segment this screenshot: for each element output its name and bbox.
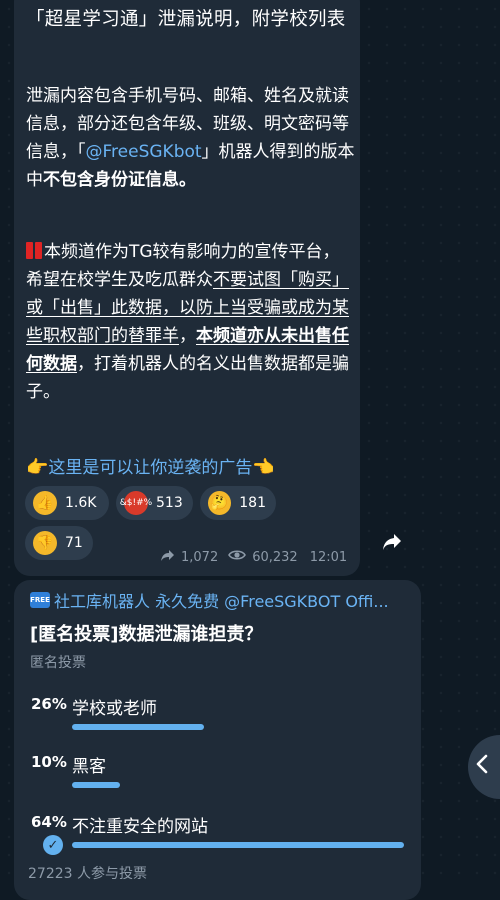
thinking-face-icon: 🤔: [208, 491, 232, 515]
share-count: 1,072: [181, 549, 219, 565]
reaction-thumbs-up[interactable]: 👍 1.6K: [25, 486, 109, 520]
poll-option-1-bar: [72, 724, 204, 730]
pointing-right-icon: 👉: [26, 457, 49, 478]
reaction-thinking[interactable]: 🤔 181: [200, 486, 276, 520]
bot-mention-link[interactable]: @FreeSGKbot: [86, 142, 202, 162]
chosen-check-icon: ✓: [43, 835, 63, 855]
poll-option-2-percent: 10%: [31, 753, 67, 771]
ad-link[interactable]: 👉这里是可以让你逆袭的广告👈: [26, 454, 356, 482]
pointing-left-icon: 👈: [252, 457, 275, 478]
poll-option-3-percent: 64%: [31, 813, 67, 831]
cursing-face-icon: &$!#%: [120, 491, 152, 515]
poll-option-2-label[interactable]: 黑客: [72, 752, 106, 777]
message-paragraph-2: 本频道作为TG较有影响力的宣传平台，希望在校学生及吃瓜群众不要试图「购买」或「出…: [26, 242, 349, 402]
message-time: 12:01: [309, 549, 348, 565]
view-count: 60,232: [252, 549, 298, 565]
message-paragraph-1: 泄漏内容包含手机号码、邮箱、姓名及就读信息，部分还包含年级、班级、明文密码等信息…: [26, 86, 355, 190]
chevron-left-icon: [476, 754, 488, 780]
poll-voter-count: 27223 人参与投票: [28, 866, 147, 882]
forward-button[interactable]: [374, 526, 410, 562]
message-meta: 1,072 60,232 12:01: [160, 546, 350, 568]
eye-icon: [228, 549, 247, 565]
poll-option-3-bar: [72, 842, 404, 848]
poll-option-1-label[interactable]: 学校或老师: [72, 694, 157, 719]
thumbs-up-icon: 👍: [33, 491, 57, 515]
share-arrow-icon: [160, 549, 175, 566]
double-exclamation-icon: [26, 242, 44, 262]
poll-question: [匿名投票]数据泄漏谁担责？: [30, 624, 263, 645]
poll-forward-header[interactable]: FREE 社工库机器人 永久免费 @FreeSGKBOT Offi...: [30, 588, 410, 612]
poll-option-2-bar: [72, 782, 120, 788]
reaction-thumbs-down[interactable]: 👎 71: [25, 526, 93, 560]
free-badge-icon: FREE: [30, 592, 50, 608]
reaction-angry[interactable]: &$!#% 513: [116, 486, 193, 520]
poll-option-3-label[interactable]: 不注重安全的网站: [72, 812, 208, 837]
thumbs-down-icon: 👎: [33, 531, 57, 555]
poll-type: 匿名投票: [30, 655, 86, 671]
poll-option-1-percent: 26%: [31, 695, 67, 713]
message-title: 「超星学习通」泄漏说明，附学校列表: [26, 9, 346, 30]
forward-icon: [382, 532, 402, 557]
